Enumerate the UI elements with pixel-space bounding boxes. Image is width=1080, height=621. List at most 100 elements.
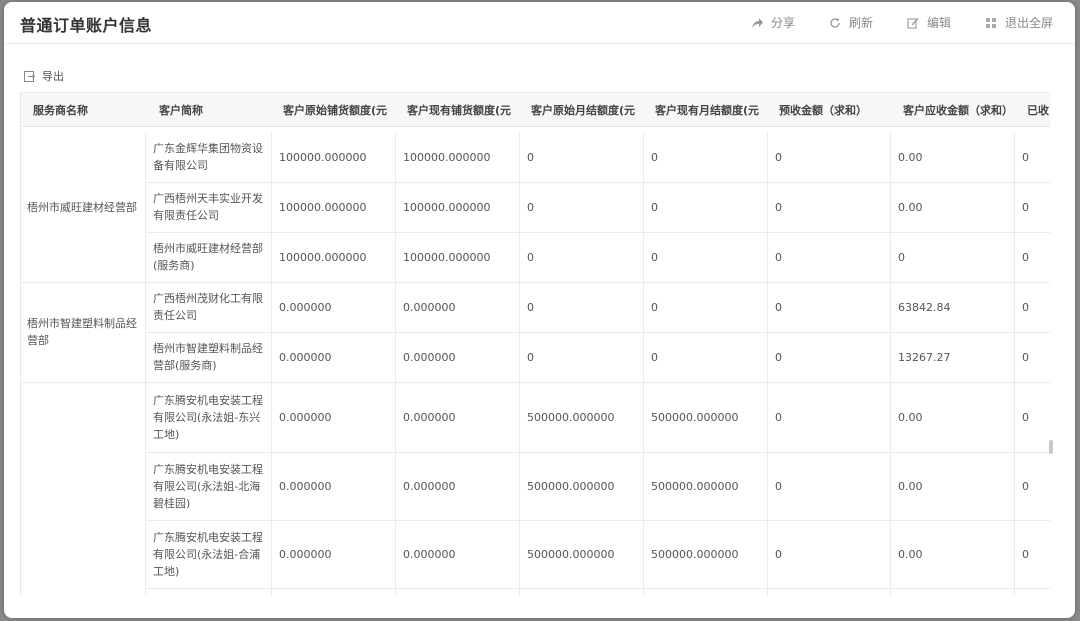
header-actions: 分享 刷新 编辑 退出全屏 [717,14,1053,31]
orig-goods-cell: 0.000000 [279,300,332,314]
cur-month-cell: 0 [651,200,658,214]
cur-goods-cell: 0.000000 [403,350,456,364]
orig-month-cell: 0 [527,350,534,364]
cur-goods-cell: 0.000000 [403,479,456,493]
cur-month-cell: 0 [651,350,658,364]
prepaid-cell: 0 [775,300,782,314]
prepaid-cell: 0 [775,350,782,364]
column-header-prepaid[interactable]: 预收金额（求和） [779,93,894,128]
orig-goods-cell: 100000.000000 [279,250,367,264]
cur-month-cell: 500000.000000 [651,410,739,424]
customer-cell: 广东腾安机电安装工程有限公司(永法姐-北海碧桂园) [153,462,263,510]
column-header-provider[interactable]: 服务商名称 [33,93,143,128]
received-cell: 0 [1022,150,1029,164]
orig-goods-cell: 0.000000 [279,350,332,364]
orig-goods-cell: 100000.000000 [279,150,367,164]
share-icon [751,17,763,28]
row-divider [21,382,1050,383]
edit-button[interactable]: 编辑 [907,14,951,31]
page-title: 普通订单账户信息 [20,16,153,35]
account-table: 服务商名称 客户简称 客户原始铺货额度(元 客户现有铺货额度(元 客户原始月结额… [20,92,1050,596]
prepaid-cell: 0 [775,200,782,214]
cur-goods-cell: 0.000000 [403,410,456,424]
received-cell: 0 [1022,300,1029,314]
exit-fullscreen-button[interactable]: 退出全屏 [985,14,1053,31]
received-cell: 0 [1022,250,1029,264]
column-header-customer[interactable]: 客户简称 [159,93,269,128]
edit-label: 编辑 [926,16,951,30]
cur-month-cell: 0 [651,250,658,264]
prepaid-cell: 0 [775,150,782,164]
table-header: 服务商名称 客户简称 客户原始铺货额度(元 客户现有铺货额度(元 客户原始月结额… [21,92,1050,127]
customer-cell: 梧州市智建塑料制品经营部(服务商) [153,342,263,372]
received-cell: 0 [1022,350,1029,364]
orig-month-cell: 0 [527,300,534,314]
column-divider [145,132,146,596]
prepaid-cell: 0 [775,547,782,561]
column-header-cur-goods[interactable]: 客户现有铺货额度(元 [407,93,522,128]
orig-goods-cell: 0.000000 [279,547,332,561]
vertical-scrollbar[interactable] [1049,440,1053,454]
customer-cell: 广东腾安机电安装工程有限公司(永法姐-合浦工地) [153,530,263,578]
orig-month-cell: 500000.000000 [527,479,615,493]
column-header-received[interactable]: 已收 [1027,93,1050,128]
export-button[interactable]: 导出 [24,68,64,84]
customer-cell: 广东金辉华集团物资设备有限公司 [153,142,263,172]
cur-month-cell: 500000.000000 [651,479,739,493]
orig-goods-cell: 0.000000 [279,410,332,424]
cur-goods-cell: 0.000000 [403,300,456,314]
column-divider [395,132,396,596]
orig-month-cell: 500000.000000 [527,410,615,424]
received-cell: 0 [1022,410,1029,424]
cur-goods-cell: 100000.000000 [403,150,491,164]
row-divider [145,520,1050,521]
column-divider [890,132,891,596]
refresh-label: 刷新 [848,16,873,30]
row-divider [145,232,1050,233]
receivable-cell: 0.00 [898,200,923,214]
group-provider-cell [27,382,139,592]
receivable-cell: 63842.84 [898,300,951,314]
share-label: 分享 [770,16,795,30]
exit-fullscreen-label: 退出全屏 [1004,16,1053,30]
column-header-receivable[interactable]: 客户应收金额（求和） [903,93,1018,128]
receivable-cell: 13267.27 [898,350,951,364]
receivable-cell: 0.00 [898,547,923,561]
prepaid-cell: 0 [775,479,782,493]
column-divider [767,132,768,596]
group-provider-cell: 梧州市智建塑料制品经营部 [27,317,137,347]
refresh-button[interactable]: 刷新 [829,14,873,31]
customer-cell: 广东腾安机电安装工程有限公司(永法姐-东兴工地) [153,393,263,441]
export-label: 导出 [42,70,64,83]
row-divider [145,452,1050,453]
row-divider [145,182,1050,183]
dashboard-window: 普通订单账户信息 分享 刷新 编辑 退出全屏 导出 服务商名称 客户简称 客户原… [4,2,1075,618]
exit-fullscreen-icon [985,17,996,28]
export-icon [24,70,35,82]
refresh-icon [830,17,840,28]
row-divider [145,588,1050,589]
customer-cell: 梧州市威旺建材经营部(服务商) [153,242,263,272]
received-cell: 0 [1022,479,1029,493]
prepaid-cell: 0 [775,410,782,424]
customer-cell: 广西梧州茂财化工有限责任公司 [153,292,263,322]
receivable-cell: 0.00 [898,479,923,493]
row-divider [145,332,1050,333]
receivable-cell: 0 [898,250,905,264]
group-provider-cell: 梧州市威旺建材经营部 [27,200,137,214]
column-header-cur-month[interactable]: 客户现有月结额度(元 [655,93,770,128]
column-header-orig-goods[interactable]: 客户原始铺货额度(元 [283,93,398,128]
received-cell: 0 [1022,200,1029,214]
column-header-orig-month[interactable]: 客户原始月结额度(元 [531,93,646,128]
received-cell: 0 [1022,547,1029,561]
orig-month-cell: 0 [527,250,534,264]
orig-month-cell: 0 [527,150,534,164]
cur-goods-cell: 0.000000 [403,547,456,561]
cur-goods-cell: 100000.000000 [403,250,491,264]
receivable-cell: 0.00 [898,150,923,164]
cur-month-cell: 500000.000000 [651,547,739,561]
orig-goods-cell: 0.000000 [279,479,332,493]
orig-month-cell: 0 [527,200,534,214]
share-button[interactable]: 分享 [751,14,795,31]
orig-month-cell: 500000.000000 [527,547,615,561]
